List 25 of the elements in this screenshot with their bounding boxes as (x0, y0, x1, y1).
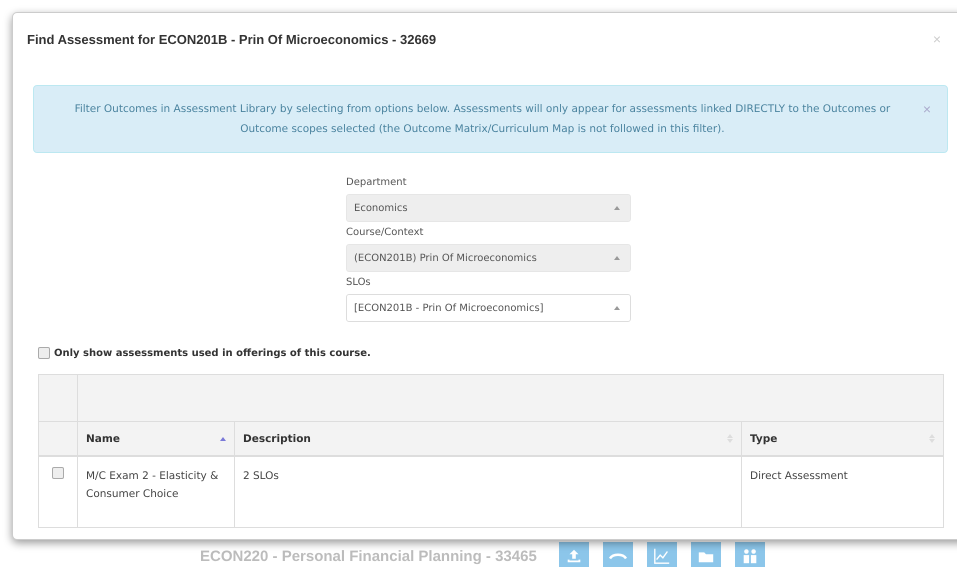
checkbox[interactable] (38, 347, 50, 359)
checkbox-label: Only show assessments used in offerings of this course. (54, 348, 371, 358)
select-field[interactable]: [ECON201B - Prin Of Microeconomics] (346, 294, 631, 322)
alert-message: Filter Outcomes in Assessment Library by selecting from options below. Assessments will only appear for assessments linked DIRECTLY to the Outcomes or Outcome scopes selected (the Outcome Matrix/Curriculum Map is not followed in this filter). (74, 102, 892, 137)
folder-button[interactable] (690, 542, 721, 567)
chart-icon (652, 547, 671, 565)
field-label: SLOs (346, 276, 372, 290)
column-header[interactable]: Type (742, 422, 944, 456)
field-label: Course/Context (346, 226, 424, 240)
column-header[interactable]: Name (78, 422, 234, 456)
arc-icon (608, 552, 627, 560)
course-title: ECON220 - Personal Financial Planning - 33465 (200, 548, 537, 564)
link-button[interactable] (602, 542, 633, 567)
people-icon (740, 547, 759, 565)
chart-button[interactable] (646, 542, 677, 567)
upload-button[interactable] (558, 542, 589, 567)
table-cell: M/C Exam 2 - Elasticity & Consumer Choice (78, 456, 234, 528)
people-button[interactable] (734, 542, 765, 567)
dialog-title: Find Assessment for ECON201B - Prin Of Microeconomics - 32669 (27, 32, 438, 46)
table-cell: Direct Assessment (742, 456, 944, 528)
row-checkbox[interactable] (52, 467, 64, 479)
field-label: Department (346, 176, 408, 190)
column-header[interactable]: Description (234, 422, 742, 456)
upload-icon (564, 547, 583, 565)
table-cell: 2 SLOs (234, 456, 742, 528)
